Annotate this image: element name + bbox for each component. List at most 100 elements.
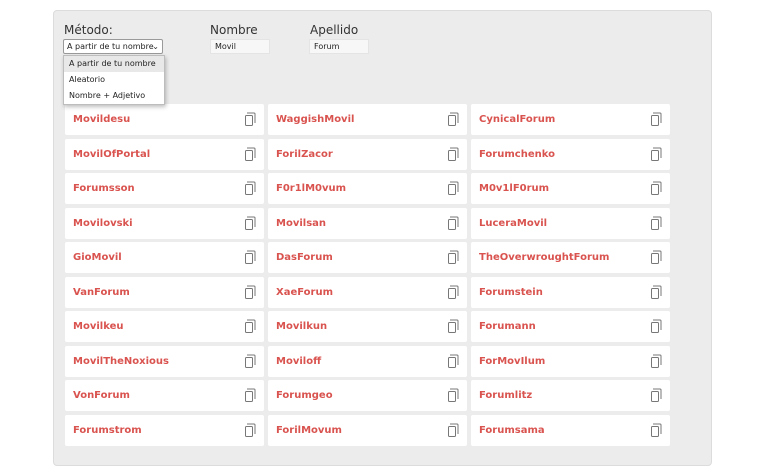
method-option-name-adjective[interactable]: Nombre + Adjetivo: [64, 88, 164, 104]
result-card: Movilkun: [268, 311, 467, 342]
result-card: Movildesu: [65, 104, 264, 135]
result-card: M0v1lF0rum: [471, 173, 670, 204]
result-card: ForilZacor: [268, 138, 467, 170]
copy-icon[interactable]: [650, 147, 663, 162]
result-card: Moviloff: [268, 345, 467, 377]
copy-icon[interactable]: [447, 250, 460, 265]
result-card: Forumchenko: [471, 138, 670, 170]
result-name: Moviloff: [276, 355, 322, 367]
result-card: F0r1lM0vum: [268, 173, 467, 204]
result-card: LuceraMovil: [471, 207, 670, 239]
result-name: Forumchenko: [479, 148, 555, 160]
result-name: Movilkun: [276, 321, 328, 332]
result-name: Forumsson: [73, 183, 135, 194]
method-label: Método:: [64, 23, 113, 37]
copy-icon[interactable]: [650, 285, 663, 300]
result-card: VonForum: [65, 380, 264, 411]
result-card: XaeForum: [268, 276, 467, 308]
method-select[interactable]: A partir de tu nombre ⌄: [63, 39, 163, 54]
method-option-random[interactable]: Aleatorio: [64, 72, 164, 88]
copy-icon[interactable]: [447, 319, 460, 334]
result-card: Forumann: [471, 311, 670, 342]
copy-icon[interactable]: [650, 319, 663, 334]
result-name: Forumstrom: [73, 424, 142, 436]
result-card: MovilTheNoxious: [65, 345, 264, 377]
result-name: Movilovski: [73, 217, 133, 229]
copy-icon[interactable]: [244, 112, 257, 127]
copy-icon[interactable]: [244, 354, 257, 369]
result-name: DasForum: [276, 252, 333, 263]
first-name-label: Nombre: [210, 23, 258, 37]
last-name-label: Apellido: [310, 23, 359, 37]
copy-icon[interactable]: [650, 181, 663, 196]
copy-icon[interactable]: [244, 388, 257, 403]
result-name: Movildesu: [73, 114, 131, 125]
copy-icon[interactable]: [447, 388, 460, 403]
method-select-value: A partir de tu nombre: [67, 42, 154, 51]
result-card: Forumlitz: [471, 380, 670, 411]
copy-icon[interactable]: [650, 388, 663, 403]
result-name: MovilOfPortal: [73, 148, 151, 160]
copy-icon[interactable]: [244, 250, 257, 265]
result-name: Forumstein: [479, 286, 543, 298]
chevron-down-icon: ⌄: [152, 42, 159, 51]
copy-icon[interactable]: [650, 250, 663, 265]
result-card: Movilovski: [65, 207, 264, 239]
copy-icon[interactable]: [244, 285, 257, 300]
result-name: Forumsama: [479, 424, 545, 436]
method-dropdown: A partir de tu nombre Aleatorio Nombre +…: [63, 55, 165, 105]
copy-icon[interactable]: [244, 147, 257, 162]
result-name: ForilMovum: [276, 424, 342, 436]
result-card: CynicalForum: [471, 104, 670, 135]
result-card: ForilMovum: [268, 414, 467, 446]
result-card: GioMovil: [65, 242, 264, 273]
generator-panel: Método: Nombre Apellido A partir de tu n…: [53, 10, 712, 466]
copy-icon[interactable]: [650, 112, 663, 127]
copy-icon[interactable]: [244, 319, 257, 334]
copy-icon[interactable]: [447, 354, 460, 369]
first-name-input[interactable]: [210, 39, 270, 54]
copy-icon[interactable]: [244, 423, 257, 438]
result-card: WaggishMovil: [268, 104, 467, 135]
copy-icon[interactable]: [244, 181, 257, 196]
copy-icon[interactable]: [447, 147, 460, 162]
copy-icon[interactable]: [447, 112, 460, 127]
result-name: VanForum: [73, 286, 130, 298]
result-card: Forumsson: [65, 173, 264, 204]
result-name: Forumgeo: [276, 390, 333, 401]
copy-icon[interactable]: [650, 423, 663, 438]
result-card: TheOverwroughtForum: [471, 242, 670, 273]
result-name: LuceraMovil: [479, 217, 548, 229]
result-name: M0v1lF0rum: [479, 183, 550, 194]
result-card: Forumstein: [471, 276, 670, 308]
result-name: Forumann: [479, 321, 536, 332]
result-card: MovilOfPortal: [65, 138, 264, 170]
result-card: DasForum: [268, 242, 467, 273]
result-card: VanForum: [65, 276, 264, 308]
copy-icon[interactable]: [244, 216, 257, 231]
result-name: XaeForum: [276, 286, 334, 298]
result-name: GioMovil: [73, 252, 122, 263]
result-card: ForMovIlum: [471, 345, 670, 377]
method-option-from-name[interactable]: A partir de tu nombre: [64, 56, 164, 72]
result-name: Forumlitz: [479, 390, 533, 401]
results-grid: Movildesu WaggishMovil CynicalForum MovilOf…: [65, 104, 670, 446]
result-name: F0r1lM0vum: [276, 183, 347, 194]
result-name: Movilkeu: [73, 321, 124, 332]
result-card: Movilkeu: [65, 311, 264, 342]
result-name: ForilZacor: [276, 148, 333, 160]
last-name-input[interactable]: [309, 39, 369, 54]
result-card: Forumstrom: [65, 414, 264, 446]
result-name: TheOverwroughtForum: [479, 252, 610, 263]
result-card: Forumgeo: [268, 380, 467, 411]
copy-icon[interactable]: [650, 354, 663, 369]
result-name: WaggishMovil: [276, 114, 355, 125]
copy-icon[interactable]: [447, 285, 460, 300]
result-name: VonForum: [73, 390, 130, 401]
result-name: CynicalForum: [479, 114, 556, 125]
copy-icon[interactable]: [447, 423, 460, 438]
result-name: ForMovIlum: [479, 355, 546, 367]
copy-icon[interactable]: [650, 216, 663, 231]
copy-icon[interactable]: [447, 216, 460, 231]
copy-icon[interactable]: [447, 181, 460, 196]
